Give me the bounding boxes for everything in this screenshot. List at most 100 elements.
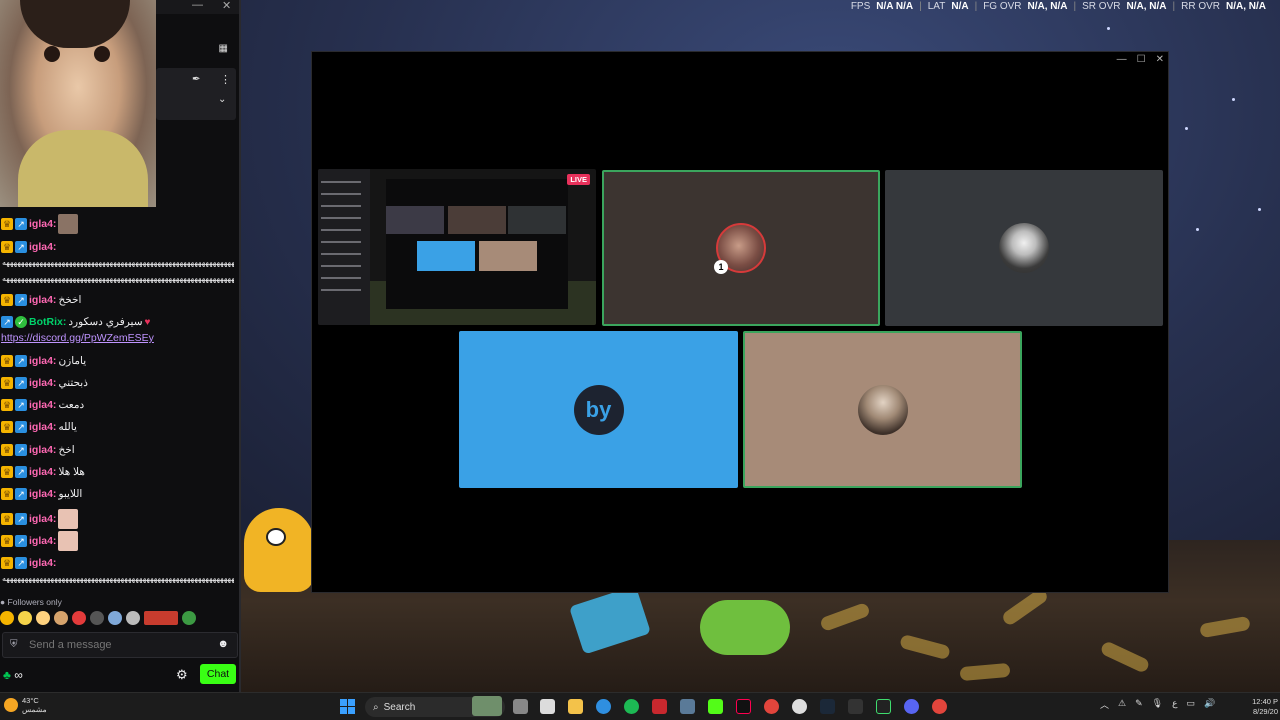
chat-username[interactable]: igla4:: [29, 513, 56, 525]
participant-tile[interactable]: by: [459, 331, 738, 488]
subscriber-badge-icon: ↗: [15, 488, 27, 500]
emote-icon[interactable]: [144, 611, 178, 625]
fps-value: N/A N/A: [876, 1, 914, 12]
moderator-badge-icon: ↗: [1, 316, 13, 328]
emote-icon[interactable]: [0, 611, 14, 625]
taskbar-clock[interactable]: 12:40 P 8/29/20: [1252, 697, 1278, 717]
subscriber-badge-icon: ↗: [15, 513, 27, 525]
participant-tile[interactable]: [885, 170, 1163, 326]
participant-tile-speaking[interactable]: [743, 331, 1022, 488]
file-explorer-icon[interactable]: [568, 699, 583, 714]
search-highlight-image[interactable]: [472, 696, 502, 716]
brush-icon[interactable]: ✎: [1135, 698, 1143, 711]
obs-icon[interactable]: [792, 699, 807, 714]
volume-icon[interactable]: 🔊: [1204, 698, 1215, 711]
chat-message: ♛ ↗ igla4: ذبحتني: [1, 377, 88, 389]
temperature: 43°C: [22, 696, 39, 705]
subscriber-badge-icon: ↗: [15, 466, 27, 478]
chat-username[interactable]: igla4:: [29, 377, 56, 389]
chat-username[interactable]: igla4:: [29, 241, 56, 253]
close-icon[interactable]: ✕: [222, 0, 231, 12]
chat-username-bot[interactable]: BotRix:: [29, 316, 66, 328]
maximize-icon[interactable]: ☐: [1137, 54, 1146, 65]
window-controls: — ☐ ✕: [1117, 54, 1164, 65]
chrome-icon[interactable]: [764, 699, 779, 714]
chat-text: يالله: [58, 421, 77, 433]
spotify-icon[interactable]: [624, 699, 639, 714]
chevron-down-icon[interactable]: ⌄: [218, 94, 226, 105]
close-icon[interactable]: ✕: [1156, 54, 1164, 65]
channel-points[interactable]: ♣ ∞: [3, 668, 23, 682]
app-icon[interactable]: [848, 699, 863, 714]
pin-icon[interactable]: ✒: [192, 74, 200, 85]
chat-input-box[interactable]: ⛨ ☻: [2, 632, 238, 658]
app-icon[interactable]: [680, 699, 695, 714]
screenshare-line: [321, 265, 361, 267]
screenshare-call-grid: [386, 179, 568, 309]
crown-badge-icon: ♛: [1, 218, 13, 230]
chat-username[interactable]: igla4:: [29, 466, 56, 478]
discord-link[interactable]: https://discord.gg/PpWZemESEy: [1, 332, 154, 344]
pinned-message[interactable]: ✒ ⋮ ⌄: [156, 68, 236, 120]
chat-link-line: https://discord.gg/PpWZemESEy: [1, 332, 154, 344]
chat-username[interactable]: igla4:: [29, 218, 56, 230]
language-indicator[interactable]: ع: [1172, 698, 1177, 711]
chat-username[interactable]: igla4:: [29, 421, 56, 433]
badge-shield-icon[interactable]: ⛨: [10, 639, 18, 650]
webcam-subject-eye: [94, 46, 110, 62]
minimize-icon[interactable]: —: [192, 0, 203, 11]
chat-username[interactable]: igla4:: [29, 557, 56, 569]
chat-message: ♛ ↗ igla4:: [1, 509, 79, 529]
weather-text: 43°C مشمس: [22, 696, 47, 714]
monitor-icon[interactable]: ▭: [1186, 698, 1195, 711]
send-message-input[interactable]: [27, 638, 211, 652]
emote-icon[interactable]: [126, 611, 140, 625]
task-view-icon[interactable]: [513, 699, 528, 714]
app-icon[interactable]: [876, 699, 891, 714]
discord-icon[interactable]: [904, 699, 919, 714]
participant-tile-speaking[interactable]: 1: [602, 170, 880, 326]
star: [1258, 208, 1261, 211]
chevron-up-icon[interactable]: ︿: [1100, 698, 1109, 711]
emote-icon[interactable]: [108, 611, 122, 625]
windows-start-icon[interactable]: [340, 699, 355, 714]
emoji-picker-icon[interactable]: ☻: [217, 638, 229, 650]
steam-icon[interactable]: [820, 699, 835, 714]
microphone-icon[interactable]: 🎙: [1152, 698, 1163, 711]
emote-icon[interactable]: [54, 611, 68, 625]
chat-username[interactable]: igla4:: [29, 488, 56, 500]
gift-icon[interactable]: ▦: [219, 43, 228, 54]
emote-icon[interactable]: [182, 611, 196, 625]
chrome-icon[interactable]: [932, 699, 947, 714]
emote-icon[interactable]: [72, 611, 86, 625]
minimize-icon[interactable]: —: [1117, 54, 1127, 65]
kick-icon[interactable]: [708, 699, 723, 714]
widgets-icon[interactable]: [540, 699, 555, 714]
chat-send-button[interactable]: Chat: [200, 664, 236, 684]
screenshare-tile[interactable]: LIVE: [318, 169, 596, 325]
weather-widget[interactable]: 43°C مشمس: [4, 696, 47, 714]
chat-message: ♛ ↗ igla4: اللايبو: [1, 488, 82, 500]
chat-username[interactable]: igla4:: [29, 535, 56, 547]
chat-text: اخخ: [58, 444, 75, 456]
tiktok-icon[interactable]: [736, 699, 751, 714]
network-off-icon[interactable]: ⚠: [1118, 698, 1126, 711]
more-options-icon[interactable]: ⋮: [220, 73, 231, 86]
sr-ovr-value: N/A, N/A: [1126, 1, 1167, 12]
emote-bar: [0, 609, 236, 627]
hud-separator: |: [1073, 1, 1077, 12]
chat-username[interactable]: igla4:: [29, 355, 56, 367]
voicemeeter-icon[interactable]: [652, 699, 667, 714]
chat-scrollbar[interactable]: [239, 0, 241, 692]
emote-icon[interactable]: [36, 611, 50, 625]
emote-icon[interactable]: [18, 611, 32, 625]
chat-message: ♛ ↗ igla4: اخخ: [1, 444, 75, 456]
emote-icon[interactable]: [90, 611, 104, 625]
gear-icon[interactable]: ⚙: [176, 667, 188, 683]
chat-username[interactable]: igla4:: [29, 444, 56, 456]
edge-browser-icon[interactable]: [596, 699, 611, 714]
chat-username[interactable]: igla4:: [29, 294, 56, 306]
chat-username[interactable]: igla4:: [29, 399, 56, 411]
hud-separator: |: [1172, 1, 1176, 12]
screenshare-line: [321, 181, 361, 183]
